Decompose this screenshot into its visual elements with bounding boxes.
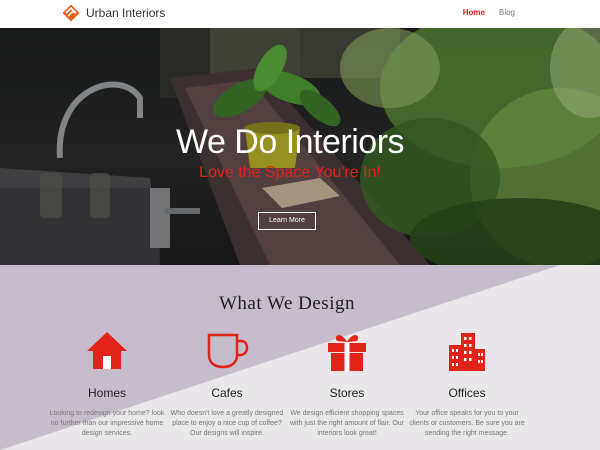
feature-title: Stores <box>329 386 365 400</box>
hero-title: We Do Interiors <box>175 123 405 161</box>
feature-description: We design efficient shopping spaces with… <box>290 410 404 437</box>
cup-icon <box>207 333 249 369</box>
section-title: What We Design <box>219 293 355 314</box>
home-icon <box>87 332 127 369</box>
main-nav: Home Blog <box>463 8 515 17</box>
feature-card-stores: Stores We design efficient shopping spac… <box>285 329 409 439</box>
feature-title: Cafes <box>211 386 243 400</box>
logo-icon[interactable] <box>62 4 80 22</box>
feature-title: Homes <box>87 386 126 400</box>
brand-name[interactable]: Urban Interiors <box>86 6 165 20</box>
feature-description: Your office speaks for you to your clien… <box>409 410 525 437</box>
feature-card-cafes: Cafes Who doesn't love a greatly designe… <box>165 329 289 439</box>
feature-card-offices: Offices Your office speaks for you to yo… <box>405 329 529 439</box>
building-icon <box>449 333 485 371</box>
gift-icon <box>328 335 366 371</box>
nav-item-blog[interactable]: Blog <box>499 8 515 17</box>
features-section: What We Design Homes Looking to redesign… <box>0 265 600 450</box>
feature-title: Offices <box>448 386 486 400</box>
feature-description: Looking to redesign your home? look no f… <box>49 410 165 437</box>
site-header: Urban Interiors Home Blog <box>0 0 600 28</box>
hero-subtitle: Love the Space You're In! <box>199 164 381 181</box>
feature-description: Who doesn't love a greatly designed plac… <box>170 410 284 437</box>
learn-more-button[interactable]: Learn More <box>258 212 316 230</box>
hero-banner: We Do Interiors Love the Space You're In… <box>0 28 600 265</box>
nav-item-home[interactable]: Home <box>463 8 485 17</box>
feature-card-homes: Homes Looking to redesign your home? loo… <box>45 329 169 439</box>
